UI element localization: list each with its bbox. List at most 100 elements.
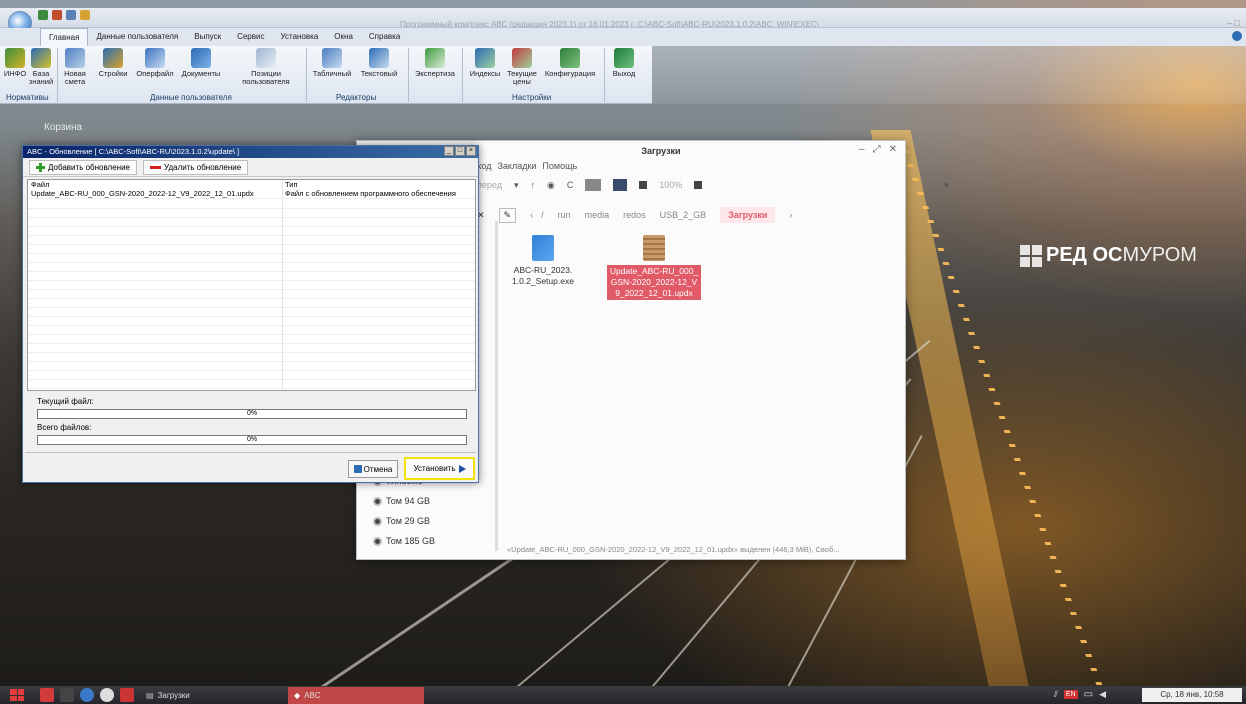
cancel-button[interactable]: Отмена — [348, 460, 398, 478]
help-icon[interactable] — [1232, 31, 1242, 41]
ribbon-operfile-button[interactable]: Оперфайл — [134, 48, 176, 78]
close-icon[interactable]: ✕ — [889, 144, 897, 155]
table-editor-icon — [322, 48, 342, 68]
clock[interactable]: Ср, 18 янв, 10:58 — [1142, 688, 1242, 702]
quick-tools-icon[interactable] — [52, 10, 62, 20]
zoom-in-icon[interactable] — [694, 181, 703, 189]
fm-forward-button[interactable]: перед — [477, 180, 502, 190]
table-row[interactable]: Update_ABC-RU_000_GSN-2020_2022-12_V9_20… — [28, 189, 475, 199]
folder-icon: ▤ — [146, 691, 154, 700]
disk-icon — [373, 536, 382, 546]
fm-nav-toolbar: перед ▾ ↑ ◉ C 100% ▾ — [477, 179, 949, 191]
up-arrow-icon[interactable]: ↑ — [530, 180, 535, 190]
tab-output[interactable]: Выпуск — [186, 28, 229, 46]
tab-help[interactable]: Справка — [361, 28, 408, 46]
ribbon-info-button[interactable]: ИНФО — [4, 48, 26, 78]
terminal-icon[interactable] — [585, 179, 602, 191]
fm-menu-bookmarks[interactable]: Закладки — [497, 161, 536, 171]
files-launcher-icon[interactable] — [40, 688, 54, 702]
maximize-icon[interactable]: ⤢ — [873, 144, 881, 155]
update-dialog: ABC - Обновление [ C:\ABC-Soft\ABC-RU\20… — [22, 145, 479, 483]
add-update-button[interactable]: Добавить обновление — [29, 159, 137, 175]
tab-main[interactable]: Главная — [40, 28, 89, 46]
volume-icon[interactable]: ◀ — [1099, 689, 1106, 700]
chevron-down-icon[interactable]: ▾ — [514, 180, 519, 191]
sidebar-item-vol94[interactable]: Том 94 GB — [373, 491, 493, 511]
fm-sidebar-divider[interactable] — [495, 221, 498, 551]
edit-path-icon[interactable]: ✎ — [498, 207, 517, 223]
ribbon-new-estimate-button[interactable]: Новая смета — [60, 48, 90, 86]
network-icon[interactable]: ⫽ — [1054, 689, 1058, 700]
ribbon-knowledge-base-button[interactable]: База знаний — [28, 48, 54, 86]
plus-icon — [36, 162, 45, 172]
ribbon-current-prices-button[interactable]: Текущие цены — [504, 48, 540, 86]
tab-service[interactable]: Сервис — [229, 28, 272, 46]
path-downloads[interactable]: Загрузки — [720, 207, 776, 223]
path-media[interactable]: media — [585, 210, 610, 220]
maximize-icon[interactable]: □ — [455, 146, 465, 156]
tab-user-data[interactable]: Данные пользователя — [88, 28, 186, 46]
group-editors: Редакторы — [336, 93, 377, 102]
total-files-progress: 0% — [37, 435, 467, 445]
reload-icon[interactable]: C — [567, 180, 574, 190]
path-run[interactable]: run — [558, 210, 571, 220]
archive-file-icon — [643, 235, 665, 261]
menu-chevron-icon[interactable]: ▾ — [944, 180, 949, 191]
ribbon-body: ИНФО База знаний Новая смета Стройки Опе… — [0, 46, 652, 104]
quick-sound-icon[interactable] — [80, 10, 90, 20]
path-prev-icon[interactable]: ‹ — [530, 210, 533, 220]
keyboard-layout[interactable]: EN — [1063, 690, 1078, 699]
ribbon-documents-button[interactable]: Документы — [178, 48, 224, 78]
file-setup-exe[interactable]: ABC-RU_2023.1.0.2_Setup.exe — [511, 235, 575, 287]
dialog-toolbar: Добавить обновление Удалить обновление — [23, 158, 478, 177]
path-next-icon[interactable]: › — [789, 210, 792, 220]
browser-launcher-icon[interactable] — [80, 688, 94, 702]
path-usb[interactable]: USB_2_GB — [660, 210, 707, 220]
home-icon[interactable]: ◉ — [547, 180, 555, 191]
ribbon-construction-button[interactable]: Стройки — [94, 48, 132, 78]
dialog-titlebar: ABC - Обновление [ C:\ABC-Soft\ABC-RU\20… — [23, 146, 478, 158]
close-icon[interactable]: × — [466, 146, 476, 156]
quick-open-icon[interactable] — [38, 10, 48, 20]
tab-windows[interactable]: Окна — [326, 28, 361, 46]
ribbon-text-editor-button[interactable]: Текстовый — [356, 48, 402, 78]
terminal-launcher-icon[interactable] — [60, 688, 74, 702]
minimize-icon[interactable]: – — [859, 144, 865, 155]
fm-menu-go[interactable]: ход — [477, 161, 491, 171]
update-file-table[interactable]: Файл Тип Update_ABC-RU_000_GSN-2020_2022… — [27, 179, 476, 391]
column-header-type[interactable]: Тип — [282, 180, 298, 189]
total-files-label: Всего файлов: — [37, 423, 92, 432]
current-file-progress: 0% — [37, 409, 467, 419]
start-menu-icon[interactable] — [10, 689, 24, 701]
screen-icon[interactable]: ▭ — [1084, 689, 1093, 700]
ribbon-user-positions-button[interactable]: Позиции пользователя — [240, 48, 292, 86]
path-redos[interactable]: redos — [623, 210, 646, 220]
app-window-controls[interactable]: – □ — [1227, 18, 1240, 28]
column-header-file[interactable]: Файл — [28, 180, 282, 189]
ribbon-table-editor-button[interactable]: Табличный — [310, 48, 354, 78]
ribbon-expertise-button[interactable]: Экспертиза — [412, 48, 458, 78]
install-button[interactable]: Установить — [404, 457, 475, 480]
brand-bold: РЕД ОС — [1046, 244, 1123, 266]
ribbon-exit-button[interactable]: Выход — [608, 48, 640, 78]
app-launcher-icon[interactable] — [120, 688, 134, 702]
desktop-trash-label[interactable]: Корзина — [44, 122, 82, 133]
fm-menu-help[interactable]: Помощь — [542, 161, 577, 171]
sidebar-item-vol29[interactable]: Том 29 GB — [373, 511, 493, 531]
tab-install[interactable]: Установка — [272, 28, 326, 46]
sidebar-item-vol185[interactable]: Том 185 GB — [373, 531, 493, 551]
app-titlebar: Программный комплекс АВС (редакция 2023.… — [0, 8, 1246, 29]
quick-network-icon[interactable] — [66, 10, 76, 20]
zoom-out-icon[interactable] — [639, 181, 648, 189]
taskbar-task-files[interactable]: ▤ Загрузки — [140, 687, 290, 704]
taskbar-task-abc[interactable]: ◆ ABC — [288, 687, 424, 704]
minimize-icon[interactable]: _ — [444, 146, 454, 156]
ribbon-configuration-button[interactable]: Конфигурация — [542, 48, 598, 78]
file-update-updx[interactable]: Update_ABC-RU_000_GSN-2020_2022-12_V9_20… — [607, 235, 701, 300]
search-icon[interactable] — [100, 688, 114, 702]
remove-update-button[interactable]: Удалить обновление — [143, 159, 249, 175]
ribbon-indexes-button[interactable]: Индексы — [466, 48, 504, 78]
fm-menubar: ход Закладки Помощь — [477, 161, 577, 171]
path-root[interactable]: / — [541, 210, 544, 220]
view-toggle-icon[interactable] — [613, 179, 628, 191]
